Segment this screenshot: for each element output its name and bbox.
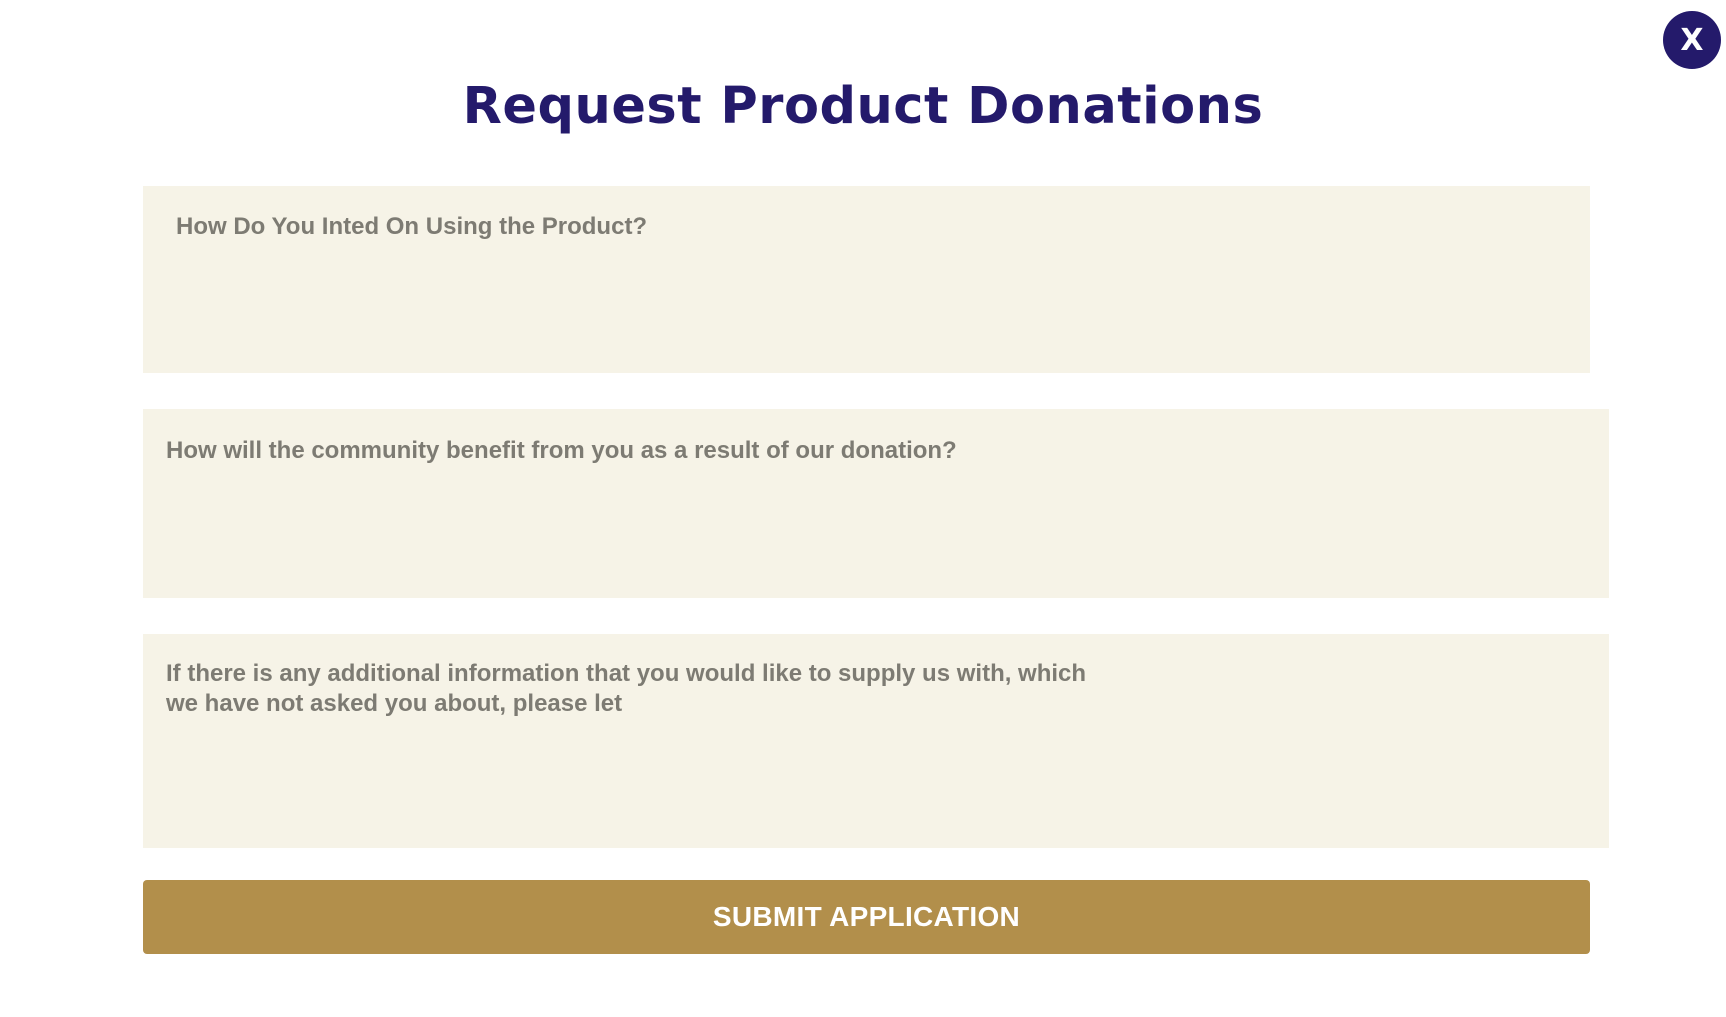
additional-info-field-container — [143, 634, 1609, 848]
additional-info-field[interactable] — [143, 634, 1609, 848]
close-icon: X — [1680, 22, 1704, 58]
submit-application-label: SUBMIT APPLICATION — [712, 901, 1021, 932]
community-benefit-field[interactable] — [143, 409, 1609, 598]
close-button[interactable]: X — [1663, 11, 1721, 69]
page-title: Request Product Donations — [462, 77, 1264, 136]
product-usage-field-container — [143, 186, 1590, 373]
community-benefit-field-container — [143, 409, 1609, 598]
product-usage-field[interactable] — [143, 186, 1590, 373]
submit-application-button[interactable]: SUBMIT APPLICATION — [143, 880, 1590, 954]
